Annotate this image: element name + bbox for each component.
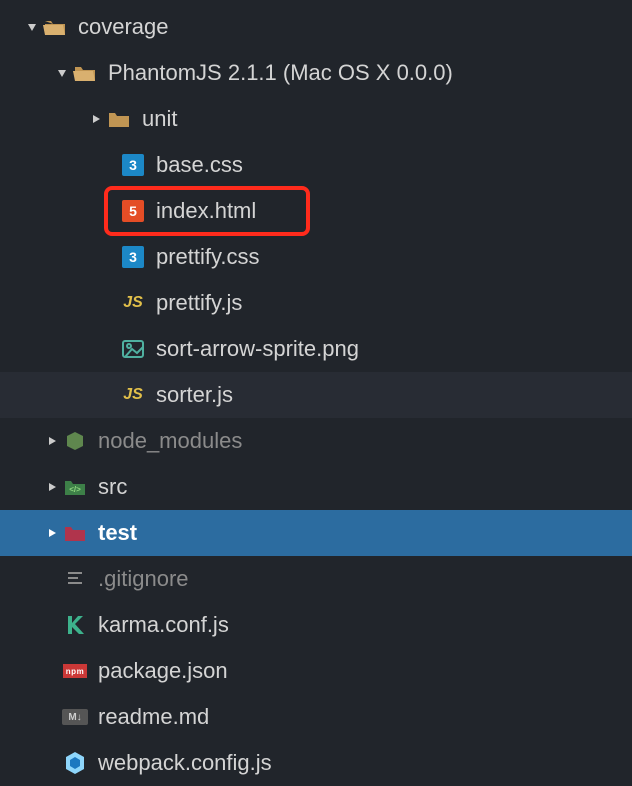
folder-open-icon (42, 14, 68, 40)
chevron-right-icon (88, 114, 104, 124)
file-label: readme.md (98, 704, 209, 730)
file-label: .gitignore (98, 566, 189, 592)
chevron-right-icon (44, 436, 60, 446)
chevron-down-icon (24, 22, 40, 32)
folder-closed-icon (106, 106, 132, 132)
file-label: karma.conf.js (98, 612, 229, 638)
file-prettify-css[interactable]: 3 prettify.css (0, 234, 632, 280)
js-icon: JS (120, 290, 146, 316)
file-readme-md[interactable]: M↓ readme.md (0, 694, 632, 740)
file-sort-arrow-sprite[interactable]: sort-arrow-sprite.png (0, 326, 632, 372)
markdown-icon: M↓ (62, 704, 88, 730)
file-label: prettify.js (156, 290, 242, 316)
file-package-json[interactable]: npm package.json (0, 648, 632, 694)
file-tree: coverage PhantomJS 2.1.1 (Mac OS X 0.0.0… (0, 0, 632, 786)
folder-label: src (98, 474, 127, 500)
karma-icon (62, 612, 88, 638)
file-base-css[interactable]: 3 base.css (0, 142, 632, 188)
folder-node-modules[interactable]: node_modules (0, 418, 632, 464)
file-karma-conf[interactable]: karma.conf.js (0, 602, 632, 648)
file-label: webpack.config.js (98, 750, 272, 776)
css-icon: 3 (120, 152, 146, 178)
folder-coverage[interactable]: coverage (0, 4, 632, 50)
folder-phantomjs[interactable]: PhantomJS 2.1.1 (Mac OS X 0.0.0) (0, 50, 632, 96)
folder-open-icon (72, 60, 98, 86)
folder-src[interactable]: </> src (0, 464, 632, 510)
folder-label: node_modules (98, 428, 242, 454)
chevron-right-icon (44, 482, 60, 492)
webpack-icon (62, 750, 88, 776)
folder-label: unit (142, 106, 177, 132)
nodejs-folder-icon (62, 428, 88, 454)
text-lines-icon (62, 566, 88, 592)
file-gitignore[interactable]: .gitignore (0, 556, 632, 602)
chevron-down-icon (54, 68, 70, 78)
test-folder-icon (62, 520, 88, 546)
file-label: package.json (98, 658, 228, 684)
file-label: sort-arrow-sprite.png (156, 336, 359, 362)
file-index-html[interactable]: 5 index.html (0, 188, 632, 234)
image-icon (120, 336, 146, 362)
html-icon: 5 (120, 198, 146, 224)
folder-label: coverage (78, 14, 169, 40)
folder-label: test (98, 520, 137, 546)
file-label: prettify.css (156, 244, 260, 270)
file-label: base.css (156, 152, 243, 178)
src-folder-icon: </> (62, 474, 88, 500)
file-prettify-js[interactable]: JS prettify.js (0, 280, 632, 326)
svg-text:</>: </> (69, 485, 81, 494)
file-label: index.html (156, 198, 256, 224)
chevron-right-icon (44, 528, 60, 538)
folder-label: PhantomJS 2.1.1 (Mac OS X 0.0.0) (108, 60, 453, 86)
npm-icon: npm (62, 658, 88, 684)
css-icon: 3 (120, 244, 146, 270)
file-webpack-config[interactable]: webpack.config.js (0, 740, 632, 786)
folder-test[interactable]: test (0, 510, 632, 556)
folder-unit[interactable]: unit (0, 96, 632, 142)
file-sorter-js[interactable]: JS sorter.js (0, 372, 632, 418)
js-icon: JS (120, 382, 146, 408)
file-label: sorter.js (156, 382, 233, 408)
